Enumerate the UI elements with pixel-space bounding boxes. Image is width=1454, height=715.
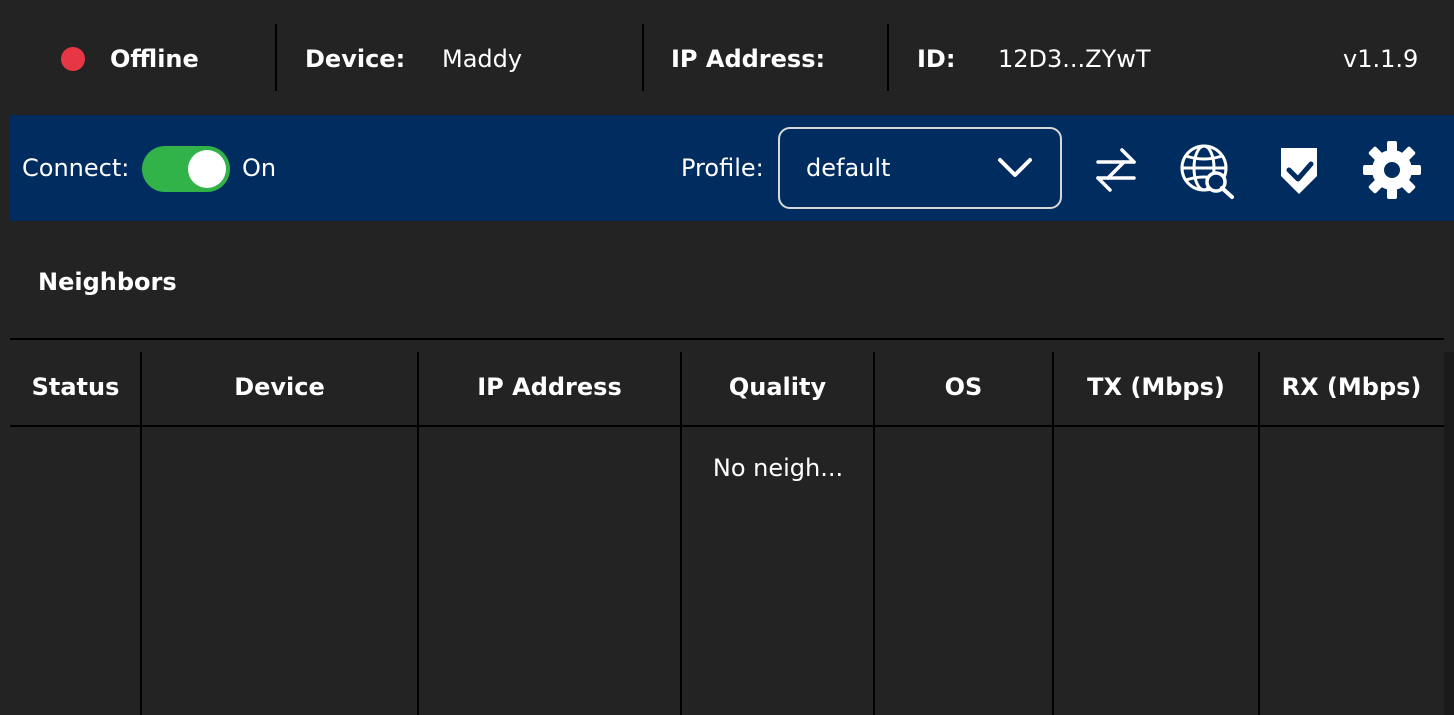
divider xyxy=(275,24,277,91)
column-separator xyxy=(140,352,142,715)
table-scrollbar[interactable] xyxy=(1444,352,1454,715)
connect-label: Connect: xyxy=(22,154,130,182)
column-header-quality[interactable]: Quality xyxy=(681,370,874,404)
device-name-value: Maddy xyxy=(442,45,523,73)
column-separator xyxy=(1052,352,1054,715)
globe-search-icon[interactable] xyxy=(1176,140,1236,200)
neighbors-title: Neighbors xyxy=(38,268,177,296)
shield-check-icon[interactable] xyxy=(1269,140,1329,200)
toggle-knob xyxy=(188,150,226,188)
gear-icon[interactable] xyxy=(1362,140,1422,200)
column-header-ip-address[interactable]: IP Address xyxy=(418,370,681,404)
transfer-arrows-icon[interactable] xyxy=(1086,140,1146,200)
profile-label: Profile: xyxy=(681,154,764,182)
connection-status-dot xyxy=(61,47,85,71)
column-separator xyxy=(873,352,875,715)
column-header-os[interactable]: OS xyxy=(874,370,1053,404)
profile-dropdown[interactable]: default xyxy=(778,127,1062,209)
column-header-device[interactable]: Device xyxy=(141,370,418,404)
column-separator xyxy=(417,352,419,715)
ip-address-label: IP Address: xyxy=(671,45,826,73)
section-divider xyxy=(10,338,1444,340)
profile-selected-value: default xyxy=(806,154,891,182)
device-label: Device: xyxy=(305,45,406,73)
chevron-down-icon xyxy=(998,158,1032,177)
column-separator xyxy=(680,352,682,715)
column-separator xyxy=(1258,352,1260,715)
divider xyxy=(887,24,889,91)
id-value: 12D3...ZYwT xyxy=(998,45,1151,73)
column-header-status[interactable]: Status xyxy=(10,370,141,404)
divider xyxy=(642,24,644,91)
column-header-tx[interactable]: TX (Mbps) xyxy=(1053,370,1259,404)
connection-status-text: Offline xyxy=(110,45,199,73)
empty-table-message: No neigh... xyxy=(712,454,844,482)
connect-state-label: On xyxy=(242,154,277,182)
column-header-rx[interactable]: RX (Mbps) xyxy=(1259,370,1444,404)
id-label: ID: xyxy=(917,45,956,73)
connect-toggle[interactable] xyxy=(142,146,230,192)
version-label: v1.1.9 xyxy=(1343,45,1419,73)
status-bar: Offline Device: Maddy IP Address: ID: 12… xyxy=(0,0,1454,115)
header-divider xyxy=(10,425,1444,427)
toolbar: Connect: On Profile: default xyxy=(10,115,1454,221)
